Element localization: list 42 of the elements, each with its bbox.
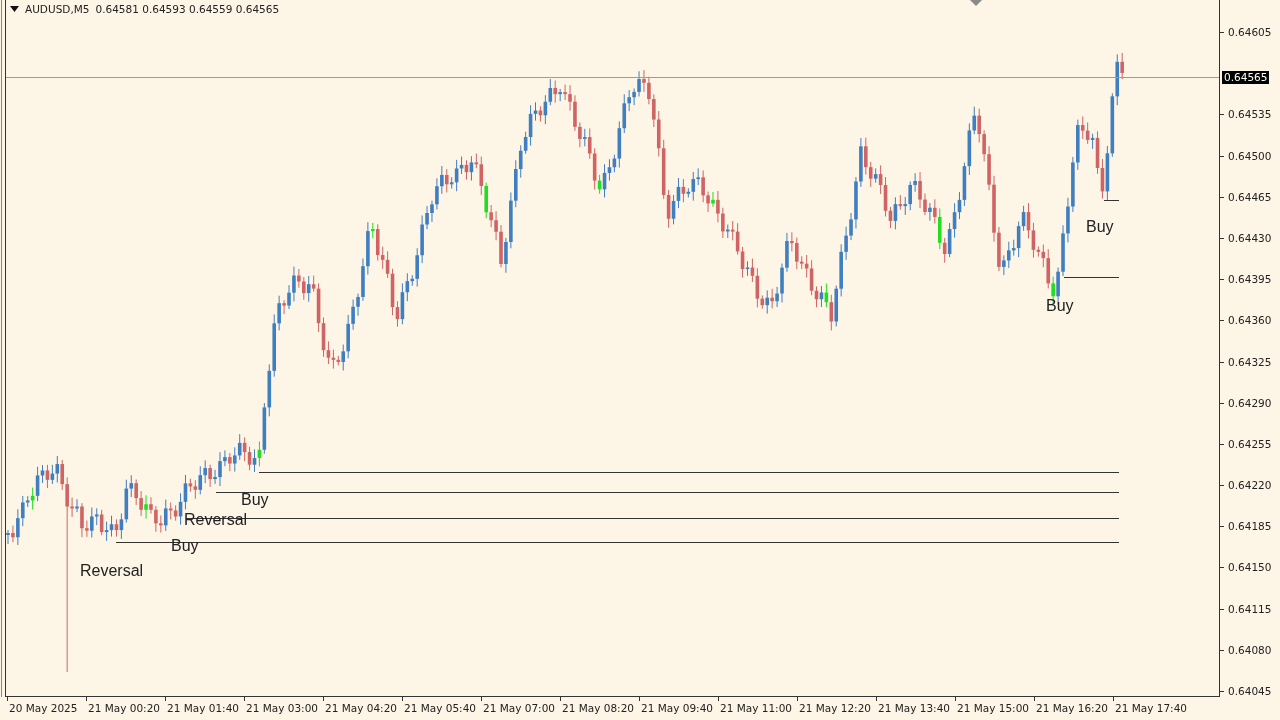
- time-label: 21 May 11:00: [720, 702, 792, 714]
- price-label: 0.64045: [1228, 685, 1272, 698]
- time-label: 21 May 04:20: [325, 702, 397, 714]
- time-label: 21 May 01:40: [167, 702, 239, 714]
- price-label: 0.64080: [1228, 643, 1272, 656]
- current-price-tag: 0.64565: [1222, 71, 1270, 84]
- time-label: 21 May 00:20: [88, 702, 160, 714]
- price-label: 0.64465: [1228, 190, 1272, 203]
- signal-label: Buy: [241, 492, 269, 508]
- shift-marker-icon[interactable]: [970, 0, 982, 6]
- level-line: [1063, 277, 1120, 278]
- time-label: 20 May 2025: [9, 702, 78, 714]
- time-label: 21 May 05:40: [404, 702, 476, 714]
- price-label: 0.64220: [1228, 479, 1272, 492]
- price-label: 0.64395: [1228, 273, 1272, 286]
- price-label: 0.64150: [1228, 561, 1272, 574]
- time-label: 21 May 12:20: [799, 702, 871, 714]
- price-label: 0.64430: [1228, 231, 1272, 244]
- level-line: [1103, 200, 1120, 201]
- signal-label: Buy: [1086, 219, 1114, 235]
- time-label: 21 May 15:00: [957, 702, 1029, 714]
- time-label: 21 May 13:40: [878, 702, 950, 714]
- price-label: 0.64605: [1228, 26, 1272, 38]
- price-label: 0.64360: [1228, 314, 1272, 327]
- time-label: 21 May 03:00: [246, 702, 318, 714]
- signal-label: Reversal: [80, 563, 144, 579]
- price-label: 0.64500: [1228, 149, 1272, 162]
- time-label: 21 May 17:40: [1115, 702, 1187, 714]
- symbol-label: AUDUSD,M5: [25, 3, 90, 15]
- price-label: 0.64255: [1228, 437, 1272, 450]
- time-label: 21 May 07:00: [483, 702, 555, 714]
- price-label: 0.64185: [1228, 520, 1272, 533]
- price-label: 0.64115: [1228, 602, 1272, 615]
- dropdown-icon[interactable]: [10, 6, 19, 12]
- time-label: 21 May 09:40: [641, 702, 713, 714]
- time-label: 21 May 16:20: [1036, 702, 1108, 714]
- ohlc-values: 0.64581 0.64593 0.64559 0.64565: [95, 3, 280, 15]
- price-label: 0.64325: [1228, 355, 1272, 368]
- signal-label: Buy: [1046, 298, 1074, 314]
- price-label: 0.64290: [1228, 396, 1272, 409]
- time-label: 21 May 08:20: [562, 702, 634, 714]
- price-label: 0.64535: [1228, 108, 1272, 121]
